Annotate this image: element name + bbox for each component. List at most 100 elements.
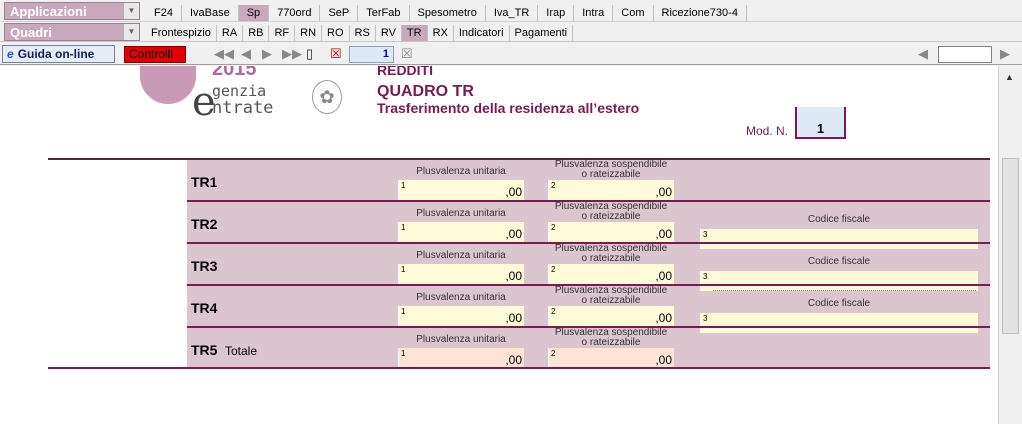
rateizzabile-label: o rateizzabile	[581, 169, 641, 180]
page-number-field[interactable]: 1	[349, 46, 394, 63]
field-number: 3	[703, 314, 708, 323]
field-decimals: ,00	[505, 227, 522, 241]
field-number: 1	[401, 349, 406, 358]
plusvalenza-unitaria-label: Plusvalenza unitaria	[416, 292, 506, 303]
new-page-icon[interactable]: ▯	[306, 46, 313, 62]
logo-emblem-shape	[140, 66, 196, 104]
field-decimals: ,00	[505, 269, 522, 283]
scrollbar-thumb[interactable]	[1002, 158, 1019, 334]
field-number: 2	[551, 223, 556, 232]
last-page-icon[interactable]: ▶▶	[282, 46, 302, 62]
field-number: 1	[401, 307, 406, 316]
tab-frontespizio[interactable]: Frontespizio	[146, 25, 217, 41]
rateizzabile-label: o rateizzabile	[581, 253, 641, 264]
row-code: TR5	[191, 342, 218, 358]
tab-indicatori[interactable]: Indicatori	[454, 25, 510, 41]
first-page-icon[interactable]: ◀◀	[214, 46, 234, 62]
plusvalenza-sospendibile-field[interactable]: 2,00	[548, 306, 674, 326]
next-page-icon[interactable]: ▶	[262, 46, 272, 62]
tab-com[interactable]: Com	[613, 5, 654, 21]
plusvalenza-unitaria-field[interactable]: 1,00	[398, 264, 524, 284]
codice-fiscale-label: Codice fiscale	[807, 256, 871, 267]
plusvalenza-sospendibile-field[interactable]: 2,00	[548, 180, 674, 200]
plusvalenza-sospendibile-field[interactable]: 2,00	[548, 264, 674, 284]
chevron-down-icon[interactable]: ▼	[123, 3, 139, 19]
logo-line2: ntrate	[212, 98, 274, 118]
quadri-combo[interactable]: Quadri ▼	[4, 23, 140, 41]
quadri-tabs: Frontespizio RA RB RF RN RO RS RV TR RX Indicatori…	[146, 23, 574, 43]
field-decimals: ,00	[655, 353, 672, 367]
plusvalenza-unitaria-label: Plusvalenza unitaria	[416, 334, 506, 345]
scroll-up-icon[interactable]: ▲	[1005, 72, 1014, 82]
mod-n-field[interactable]: 1	[795, 107, 846, 139]
tab-rv[interactable]: RV	[376, 25, 402, 41]
plusvalenza-unitaria-field[interactable]: 1,00	[398, 222, 524, 242]
right-value-field[interactable]	[938, 46, 992, 63]
row-code: TR4	[191, 300, 218, 316]
scroll-left-icon[interactable]: ◀	[918, 46, 928, 62]
codice-fiscale-field[interactable]: 3	[700, 313, 978, 333]
field-number: 3	[703, 272, 708, 281]
tab-ra[interactable]: RA	[217, 25, 244, 41]
applications-combo[interactable]: Applicazioni ▼	[4, 2, 140, 20]
tab-ivabase[interactable]: IvaBase	[182, 5, 239, 21]
tab-pagamenti[interactable]: Pagamenti	[510, 25, 574, 41]
field-number: 1	[401, 181, 406, 190]
quadri-toolbar: Quadri ▼ Frontespizio RA RB RF RN RO RS RV TR RX I…	[0, 22, 1022, 42]
state-emblem-icon: ✿	[312, 80, 342, 114]
navigation-toolbar: e Guida on-line Controlli ◀◀ ◀ ▶ ▶▶ ▯ ☒ 1…	[0, 43, 1022, 65]
rateizzabile-label: o rateizzabile	[581, 337, 641, 348]
applications-toolbar: Applicazioni ▼ F24 IvaBase Sp 770ord SeP TerF…	[0, 0, 1022, 22]
field-decimals: ,00	[655, 227, 672, 241]
tab-ro[interactable]: RO	[322, 25, 350, 41]
tab-rs[interactable]: RS	[350, 25, 376, 41]
tab-irap[interactable]: Irap	[538, 5, 575, 21]
tab-770ord[interactable]: 770ord	[269, 5, 321, 21]
tab-intra[interactable]: Intra	[574, 5, 614, 21]
plusvalenza-unitaria-field[interactable]: 1,00	[398, 180, 524, 200]
field-decimals: ,00	[505, 185, 522, 199]
field-number: 2	[551, 307, 556, 316]
tab-rb[interactable]: RB	[243, 25, 270, 41]
field-number: 2	[551, 181, 556, 190]
plusvalenza-unitaria-field[interactable]: 1,00	[398, 306, 524, 326]
controlli-button[interactable]: Controlli	[124, 46, 186, 63]
tab-rx[interactable]: RX	[428, 25, 454, 41]
field-decimals: ,00	[505, 311, 522, 325]
tab-rf[interactable]: RF	[269, 25, 296, 41]
form-section-title: REDDITI	[377, 66, 433, 78]
tab-ricezione730-4[interactable]: Ricezione730-4	[654, 5, 747, 21]
tab-terfab[interactable]: TerFab	[358, 5, 410, 21]
field-number: 1	[401, 223, 406, 232]
field-number: 3	[703, 230, 708, 239]
guida-online-button[interactable]: e Guida on-line	[2, 45, 115, 63]
tab-tr[interactable]: TR	[401, 25, 428, 41]
delete-page-icon[interactable]: ☒	[330, 46, 342, 62]
rateizzabile-label: o rateizzabile	[581, 295, 641, 306]
goto-page-icon[interactable]: ☒	[401, 46, 413, 62]
row-code: TR2	[191, 216, 218, 232]
tab-sp[interactable]: Sp	[238, 5, 270, 21]
plusvalenza-sospendibile-field[interactable]: 2,00	[548, 348, 674, 368]
field-number: 2	[551, 349, 556, 358]
codice-fiscale-label: Codice fiscale	[807, 298, 871, 309]
tab-rn[interactable]: RN	[295, 25, 323, 41]
chevron-down-icon[interactable]: ▼	[123, 24, 139, 40]
field-number: 1	[401, 265, 406, 274]
tab-sep[interactable]: SeP	[320, 5, 359, 21]
tab-f24[interactable]: F24	[146, 5, 182, 21]
plusvalenza-sospendibile-field[interactable]: 2,00	[548, 222, 674, 242]
plusvalenza-unitaria-label: Plusvalenza unitaria	[416, 166, 506, 177]
page-title: QUADRO TR	[377, 83, 474, 100]
vertical-scrollbar[interactable]: ▲	[998, 66, 1022, 424]
logo-letter-e: e	[192, 79, 216, 125]
codice-fiscale-field[interactable]: 3	[700, 229, 978, 249]
codice-fiscale-field[interactable]: 3	[700, 271, 978, 291]
tab-iva-tr[interactable]: Iva_TR	[486, 5, 539, 21]
scroll-right-icon[interactable]: ▶	[1000, 46, 1010, 62]
guida-online-label: Guida on-line	[17, 47, 95, 61]
previous-page-icon[interactable]: ◀	[241, 46, 251, 62]
tab-spesometro[interactable]: Spesometro	[410, 5, 486, 21]
plusvalenza-unitaria-field[interactable]: 1,00	[398, 348, 524, 368]
form-bottom-rule	[48, 367, 990, 369]
